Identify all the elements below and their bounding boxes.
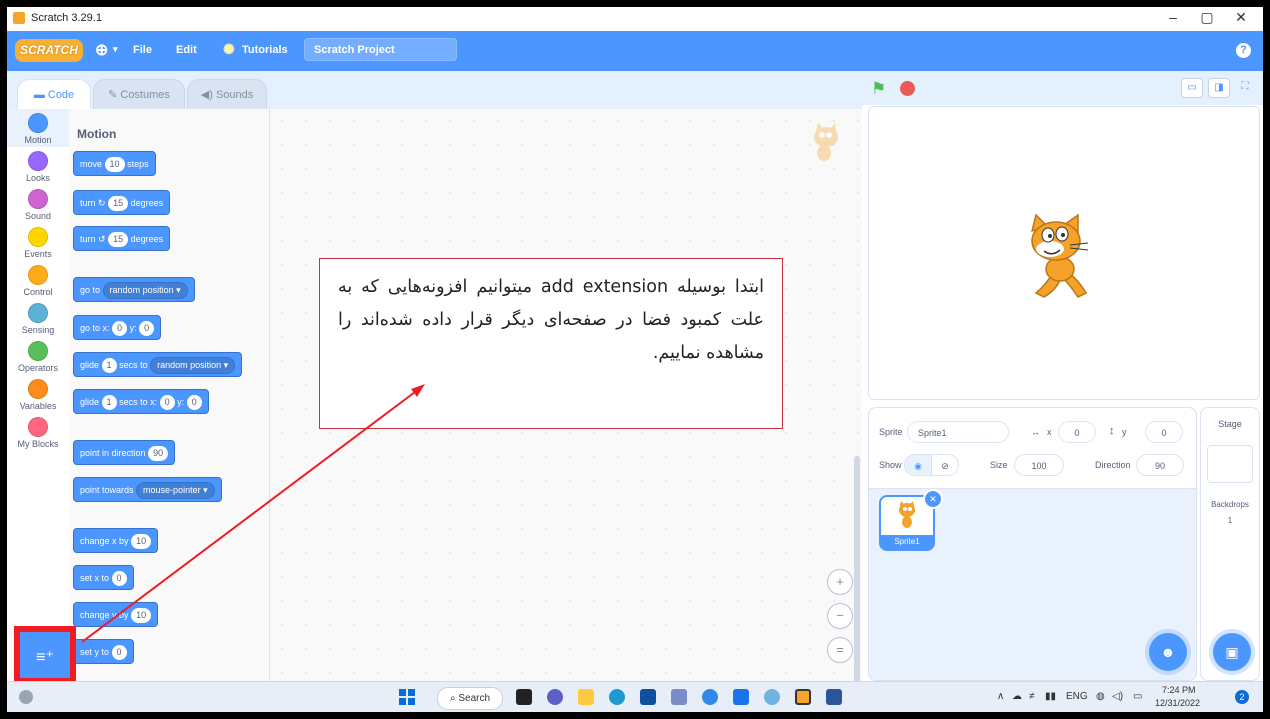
search-icon: ⌕	[449, 693, 456, 704]
stage-canvas[interactable]	[868, 106, 1260, 400]
weather-icon[interactable]	[19, 690, 33, 704]
file-explorer-icon[interactable]	[578, 689, 594, 705]
notification-badge[interactable]: 2	[1235, 690, 1249, 704]
menu-bar: SCRATCH ⊕ ▾ File Edit ✺ Tutorials Scratc…	[7, 31, 1263, 71]
restore-button[interactable]: ▢	[1192, 9, 1222, 26]
size-input[interactable]: 100	[1014, 454, 1064, 476]
cat-thumb-icon	[899, 501, 915, 528]
size-label: Size	[990, 460, 1008, 470]
delete-sprite-icon[interactable]: ✕	[923, 489, 943, 509]
window-titlebar: Scratch 3.29.1 – ▢ ✕	[7, 7, 1263, 31]
store-icon[interactable]	[640, 689, 656, 705]
scratch-logo[interactable]: SCRATCH	[15, 39, 83, 62]
scratch-window: Scratch 3.29.1 – ▢ ✕ SCRATCH ⊕ ▾ File Ed…	[7, 7, 1263, 712]
show-visible-toggle[interactable]: ◉	[904, 454, 932, 476]
project-title-input[interactable]: Scratch Project	[304, 38, 457, 61]
stage-label: Stage	[1218, 419, 1242, 429]
app-icon[interactable]	[733, 689, 749, 705]
x-input[interactable]: 0	[1058, 421, 1096, 443]
tray-chevron-icon[interactable]: ∧	[997, 691, 1004, 702]
language-indicator[interactable]: ENG	[1066, 691, 1088, 702]
editor-area: ▬ Code ✎ Costumes ◀) Sounds Motion Looks…	[7, 71, 862, 712]
show-label: Show	[879, 460, 902, 470]
sprite-thumb-label: Sprite1	[894, 537, 920, 546]
backdrops-count: 1	[1227, 516, 1233, 525]
stop-icon[interactable]	[900, 81, 915, 96]
window-title: Scratch 3.29.1	[31, 12, 102, 24]
teams-chat-icon[interactable]	[547, 689, 563, 705]
file-menu[interactable]: File	[133, 44, 152, 56]
scratch-taskbar-icon[interactable]	[795, 689, 811, 705]
stage-header: ⚑ ▭ ◨ ⛶	[862, 71, 1263, 105]
green-flag-icon[interactable]: ⚑	[871, 79, 886, 99]
clock-date[interactable]: 12/31/2022	[1155, 698, 1200, 708]
edge-browser-icon[interactable]	[609, 689, 625, 705]
edit-menu[interactable]: Edit	[176, 44, 197, 56]
clock-time[interactable]: 7:24 PM	[1162, 685, 1196, 695]
close-button[interactable]: ✕	[1226, 9, 1256, 26]
direction-input[interactable]: 90	[1136, 454, 1184, 476]
y-label: y	[1122, 427, 1127, 437]
network-icon[interactable]: ☁	[1012, 691, 1022, 702]
small-stage-button[interactable]: ▭	[1181, 78, 1203, 98]
y-arrows-icon: ↕	[1109, 425, 1115, 437]
sprite-name-label: Sprite	[879, 427, 903, 437]
add-extension-icon: ≡⁺	[36, 649, 54, 666]
windows-start-icon[interactable]	[399, 689, 415, 705]
messenger-icon[interactable]	[702, 689, 718, 705]
battery-icon[interactable]: ▭	[1133, 691, 1142, 702]
backdrops-label: Backdrops	[1211, 500, 1249, 509]
task-view-icon[interactable]	[516, 689, 532, 705]
sprite-thumbnail[interactable]: Sprite1 ✕	[879, 489, 943, 551]
language-globe-icon[interactable]: ⊕	[95, 40, 108, 60]
help-icon[interactable]: ?	[1236, 43, 1251, 58]
volume-icon[interactable]: ◁)	[1112, 691, 1123, 702]
fullscreen-button[interactable]: ⛶	[1235, 78, 1255, 96]
x-arrows-icon: ↔	[1031, 427, 1040, 437]
eye-icon: ◉	[914, 461, 922, 471]
app-icon[interactable]	[764, 689, 780, 705]
sprite-pane: Sprite Sprite1 ↔ x 0 ↕ y 0 Show ◉ ⊘ Size…	[868, 407, 1197, 681]
tray-app-icon[interactable]: ≠	[1029, 691, 1035, 702]
y-input[interactable]: 0	[1145, 421, 1183, 443]
show-hidden-toggle[interactable]: ⊘	[931, 454, 959, 476]
sprite-info: Sprite Sprite1 ↔ x 0 ↕ y 0 Show ◉ ⊘ Size…	[869, 408, 1196, 489]
image-add-icon: ▣	[1225, 644, 1239, 660]
stage-thumbnail[interactable]	[1207, 445, 1253, 483]
eye-slash-icon: ⊘	[941, 461, 949, 471]
tutorials-menu[interactable]: Tutorials	[242, 44, 288, 56]
cat-add-icon: ☻	[1160, 644, 1176, 660]
lightbulb-icon: ✺	[223, 41, 235, 57]
add-extension-button[interactable]: ≡⁺	[14, 626, 76, 684]
app-icon[interactable]	[671, 689, 687, 705]
direction-label: Direction	[1095, 460, 1131, 470]
wifi-icon[interactable]: ◍	[1096, 691, 1105, 702]
choose-backdrop-button[interactable]: ▣	[1213, 633, 1251, 671]
normal-stage-button[interactable]: ◨	[1208, 78, 1230, 98]
os-taskbar: ⌕ Search ∧ ☁ ≠ ▮▮ ENG ◍ ◁) ▭ 7:24 PM 12/…	[7, 681, 1263, 712]
word-icon[interactable]	[826, 689, 842, 705]
tray-app-icon[interactable]: ▮▮	[1045, 691, 1056, 702]
annotation-arrow	[81, 384, 425, 643]
minimize-button[interactable]: –	[1158, 9, 1188, 25]
x-label: x	[1047, 427, 1052, 437]
scratch-app-icon	[13, 12, 25, 24]
taskbar-search[interactable]: ⌕ Search	[437, 687, 503, 710]
cat-sprite-icon	[1030, 213, 1089, 298]
choose-sprite-button[interactable]: ☻	[1149, 633, 1187, 671]
sprite-name-input[interactable]: Sprite1	[907, 421, 1009, 443]
chevron-down-icon: ▾	[113, 44, 118, 54]
